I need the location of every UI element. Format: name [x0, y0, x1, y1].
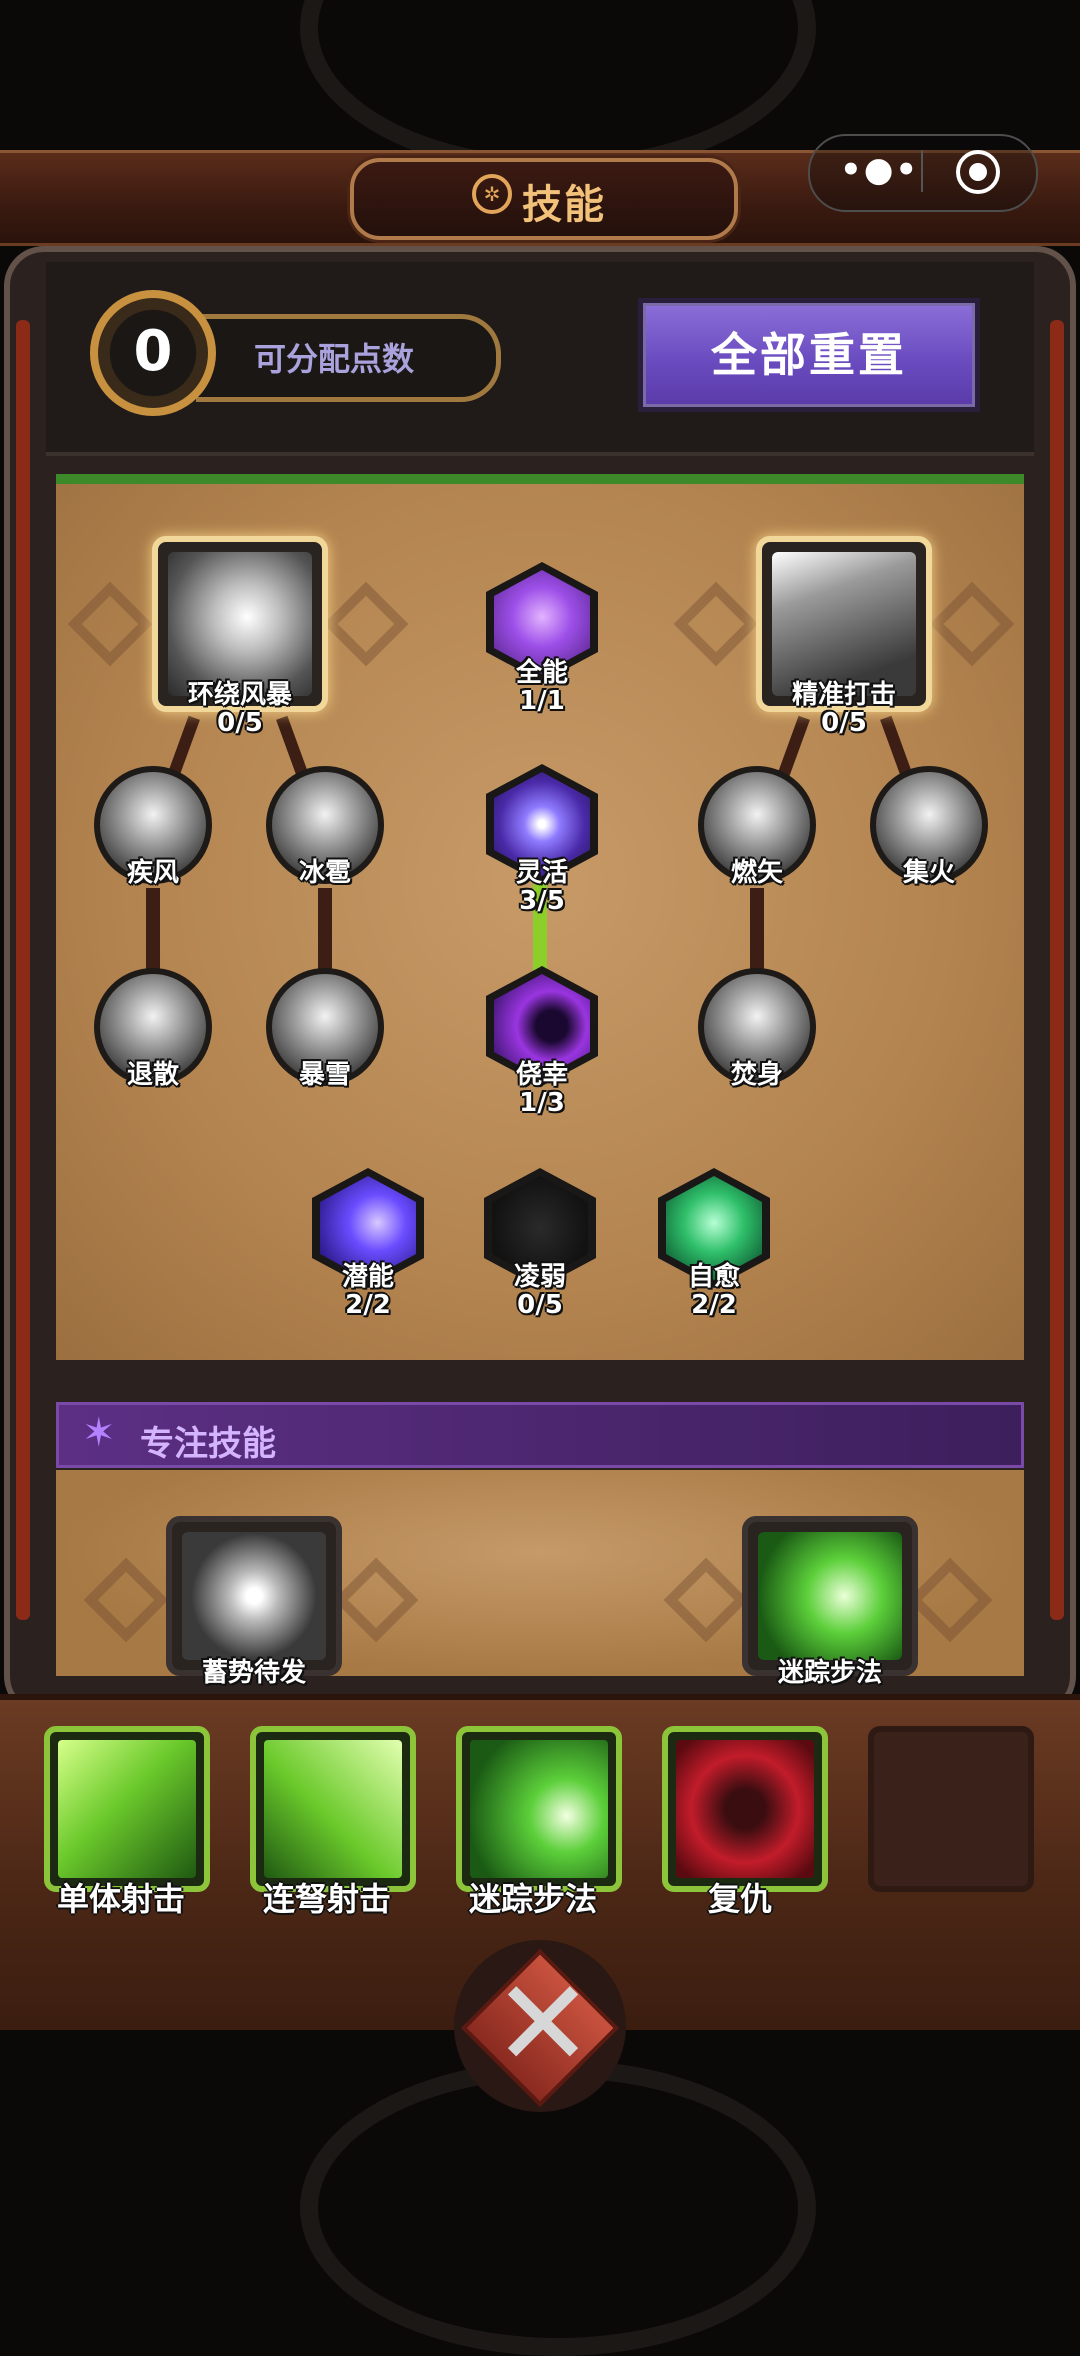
skill-name: 凌弱: [513, 1262, 566, 1292]
close-icon[interactable]: ✕: [488, 1965, 598, 2085]
skill-name: 暴雪: [298, 1060, 351, 1090]
reset-all-button[interactable]: 全部重置: [638, 298, 980, 412]
skill-level: 3/5: [519, 886, 565, 916]
arrow-icon: [58, 1740, 196, 1878]
skill-level: 0/5: [517, 1290, 563, 1320]
skill-level: 1/3: [519, 1088, 565, 1118]
star-icon: ✶: [82, 1410, 116, 1456]
orbit-icon: [182, 1532, 326, 1660]
skill-name: 潜能: [341, 1262, 394, 1292]
demon-face-icon: [676, 1740, 814, 1878]
volley-icon: [264, 1740, 402, 1878]
skill-name: 焚身: [730, 1060, 783, 1090]
gear-emblem-icon: ✲: [472, 174, 512, 214]
capsule-divider: [921, 150, 923, 192]
equipped-skill-label: 连弩射击: [263, 1880, 392, 1918]
skill-level: 0/5: [217, 708, 263, 738]
skill-name: 集火: [902, 858, 955, 888]
equipped-slot-1[interactable]: [44, 1726, 210, 1892]
green-burst-icon: [758, 1532, 902, 1660]
page-title: 技能: [522, 182, 606, 228]
connector-line: [318, 888, 332, 972]
target-circle-icon[interactable]: [956, 150, 1000, 194]
left-rail: [16, 320, 30, 1620]
skill-name: 自愈: [687, 1262, 740, 1292]
connector-line: [750, 888, 764, 972]
skill-name: 蓄势待发: [201, 1658, 306, 1688]
equipped-skill-label: 单体射击: [57, 1880, 186, 1918]
skill-level: 2/2: [345, 1290, 391, 1320]
skill-name: 全能: [515, 658, 568, 688]
equipped-slot-4[interactable]: [662, 1726, 828, 1892]
equipped-skill-label: 迷踪步法: [469, 1880, 598, 1918]
skill-name: 环绕风暴: [187, 680, 292, 710]
skill-name: 侥幸: [515, 1060, 568, 1090]
right-rail: [1050, 320, 1064, 1620]
skill-level: 0/5: [821, 708, 867, 738]
skill-level: 2/2: [691, 1290, 737, 1320]
green-burst-icon: [470, 1740, 608, 1878]
skill-name: 灵活: [515, 858, 568, 888]
focus-skills-title: 专注技能: [140, 1424, 276, 1464]
equipped-slot-empty[interactable]: [868, 1726, 1034, 1892]
equipped-slot-3[interactable]: [456, 1726, 622, 1892]
skill-name: 退散: [126, 1060, 179, 1090]
points-label: 可分配点数: [254, 340, 415, 378]
connector-line: [146, 888, 160, 972]
skill-name: 燃矢: [730, 858, 783, 888]
skill-name: 冰雹: [298, 858, 351, 888]
skill-name: 疾风: [126, 858, 179, 888]
points-count: 0: [90, 290, 216, 416]
equipped-slot-2[interactable]: [250, 1726, 416, 1892]
skill-level: 1/1: [519, 686, 565, 716]
more-dots-icon[interactable]: •●•: [840, 150, 919, 190]
skill-name: 迷踪步法: [777, 1658, 882, 1688]
equipped-skill-label: 复仇: [708, 1880, 773, 1918]
skill-name: 精准打击: [791, 680, 896, 710]
